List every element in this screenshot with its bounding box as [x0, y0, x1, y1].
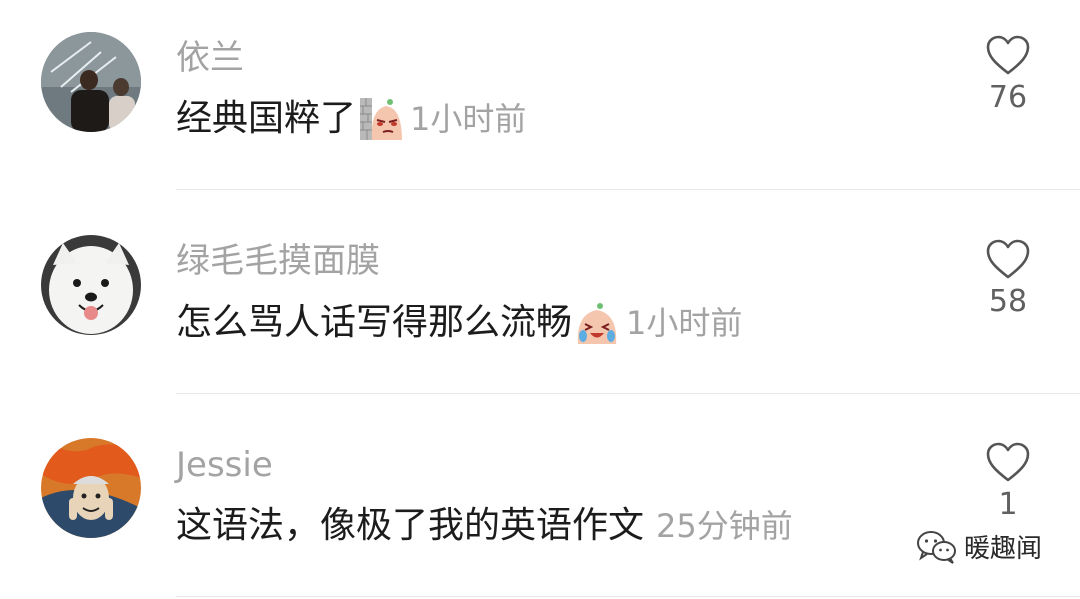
wechat-icon	[917, 530, 956, 564]
comment-time: 1小时前	[626, 304, 743, 342]
laughing-crying-face-emoji	[574, 300, 620, 346]
username[interactable]: 绿毛毛摸面膜	[176, 241, 380, 281]
username[interactable]: Jessie	[176, 445, 273, 485]
smug-face-behind-wall-emoji	[358, 96, 404, 142]
comment-body: 这语法，像极了我的英语作文 25分钟前	[176, 501, 793, 551]
like-button[interactable]: 58	[968, 238, 1048, 320]
like-button[interactable]: 76	[968, 34, 1048, 116]
comment-text: 这语法，像极了我的英语作文	[176, 505, 645, 546]
avatar[interactable]	[41, 438, 141, 538]
like-button[interactable]: 1	[968, 441, 1048, 523]
comment-text: 经典国粹了	[176, 98, 357, 139]
username[interactable]: 依兰	[176, 38, 244, 78]
comment-body: 怎么骂人话写得那么流畅 1小时前	[176, 298, 742, 348]
comment-text: 怎么骂人话写得那么流畅	[176, 302, 573, 343]
like-count: 76	[988, 80, 1028, 115]
heart-icon	[986, 442, 1030, 482]
divider	[176, 393, 1080, 394]
comment-list: 依兰 经典国粹了 1小时前 76 绿毛毛摸面膜 怎么骂人话写得那么流畅 1小时前…	[0, 0, 1080, 599]
avatar[interactable]	[41, 32, 141, 132]
heart-icon	[986, 35, 1030, 75]
divider	[176, 189, 1080, 190]
like-count: 1	[998, 487, 1018, 522]
avatar[interactable]	[41, 235, 141, 335]
heart-icon	[986, 239, 1030, 279]
comment-time: 1小时前	[410, 100, 527, 138]
divider	[176, 596, 1080, 597]
like-count: 58	[988, 284, 1028, 319]
comment-body: 经典国粹了 1小时前	[176, 94, 526, 144]
comment-time: 25分钟前	[656, 507, 793, 545]
watermark-text: 暖趣闻	[964, 534, 1043, 564]
watermark: 暖趣闻	[916, 528, 1042, 565]
